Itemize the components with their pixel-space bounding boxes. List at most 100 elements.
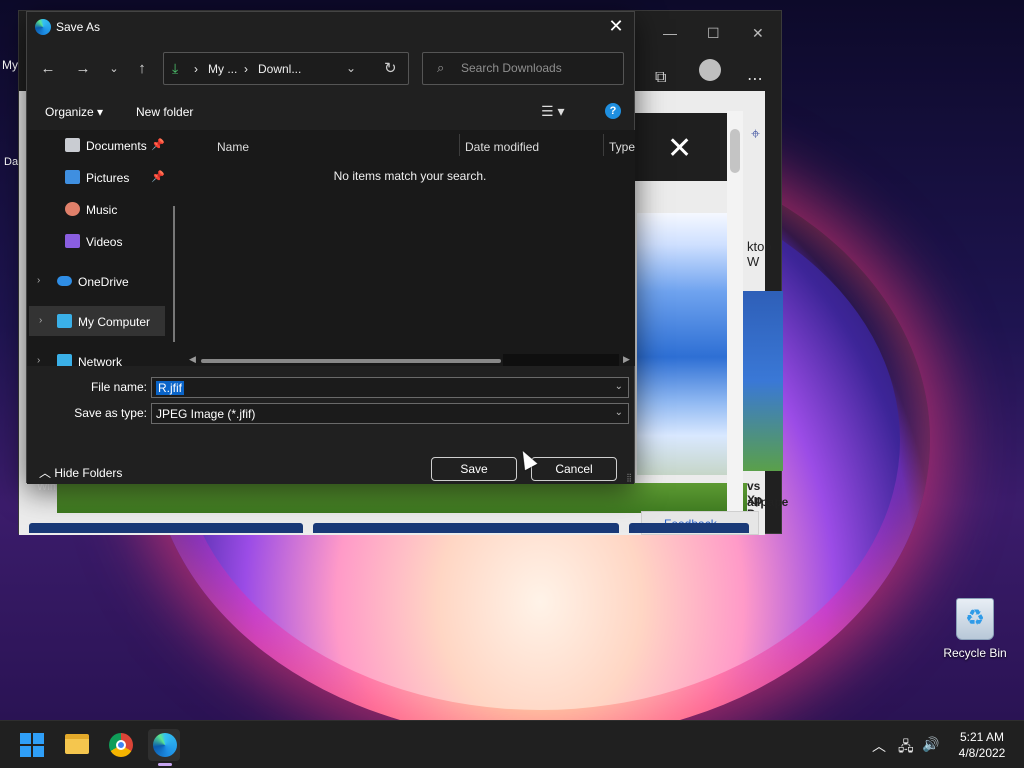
pin-icon: 📌: [151, 171, 165, 183]
hide-folders-label: Hide Folders: [54, 466, 123, 480]
scroll-right-icon[interactable]: ▶: [623, 354, 630, 365]
cancel-button[interactable]: Cancel: [531, 457, 617, 481]
expand-chevron-icon[interactable]: ›: [37, 355, 40, 366]
file-explorer-icon[interactable]: [65, 734, 89, 754]
result-caption-2[interactable]: allpape: [747, 495, 788, 509]
file-name-label: File name:: [90, 380, 147, 394]
nav-item-pictures[interactable]: Pictures 📌: [27, 162, 177, 192]
file-name-input[interactable]: R.jfif ⌄: [151, 377, 629, 398]
pin-icon: 📌: [151, 139, 165, 151]
nav-item-label: Documents: [86, 139, 147, 153]
nav-item-music[interactable]: Music: [27, 194, 177, 224]
recycle-bin-label: Recycle Bin: [943, 646, 1007, 660]
edge-icon: [35, 19, 51, 35]
chevron-down-icon[interactable]: ⌄: [615, 407, 623, 418]
scroll-track: [503, 354, 619, 366]
volume-icon[interactable]: 🔊: [922, 736, 939, 753]
result-cards-row: [29, 523, 764, 533]
breadcrumb-downloads[interactable]: Downl...: [258, 62, 301, 76]
clock-time: 5:21 AM: [959, 730, 1005, 744]
recycle-bin-icon: [956, 598, 994, 640]
dialog-title: Save As: [56, 20, 101, 34]
page-scrollbar[interactable]: [727, 111, 743, 513]
help-icon[interactable]: ?: [605, 103, 621, 119]
dialog-title-bar[interactable]: Save As ✕: [27, 12, 634, 42]
preview-image[interactable]: [637, 213, 727, 475]
save-as-type-label: Save as type:: [74, 406, 147, 420]
back-arrow-icon[interactable]: ←: [37, 60, 59, 78]
documents-icon: [65, 138, 80, 152]
command-bar: Organize ▾ New folder ☰ ▾ ?: [27, 94, 634, 130]
active-app-indicator: [158, 763, 172, 766]
file-list: Name Date modified Type No items match y…: [185, 130, 635, 366]
chrome-icon[interactable]: [109, 733, 133, 757]
system-clock[interactable]: 5:21 AM 4/8/2022: [952, 729, 1012, 761]
nav-item-label: Network: [78, 355, 123, 366]
recycle-bin-shortcut[interactable]: Recycle Bin: [940, 598, 1010, 660]
file-name-value[interactable]: R.jfif: [156, 381, 184, 395]
column-divider[interactable]: [459, 134, 460, 156]
recent-locations-icon[interactable]: ⌄: [103, 60, 125, 78]
save-button[interactable]: Save: [431, 457, 517, 481]
column-header-type[interactable]: Type: [609, 140, 635, 154]
column-header-name[interactable]: Name: [217, 140, 249, 154]
nav-item-label: Videos: [86, 235, 123, 249]
taskbar: ︿ 🖧 🔊 5:21 AM 4/8/2022: [0, 720, 1024, 768]
chevron-down-icon[interactable]: ⌄: [615, 381, 623, 392]
edge-icon[interactable]: [153, 733, 177, 757]
show-hidden-icons-icon[interactable]: ︿: [872, 736, 886, 756]
view-options-icon[interactable]: ☰ ▾: [541, 103, 564, 120]
start-button[interactable]: [20, 733, 44, 757]
scroll-thumb[interactable]: [730, 129, 740, 173]
network-icon[interactable]: 🖧: [898, 736, 914, 760]
address-dropdown-icon[interactable]: ⌄: [346, 61, 356, 75]
search-box[interactable]: ⌕: [422, 52, 624, 85]
wallpaper-grass-strip: [57, 483, 747, 513]
nav-item-label: Pictures: [86, 171, 130, 185]
horizontal-scroll-thumb[interactable]: [201, 359, 501, 363]
nav-item-label: My Computer: [78, 315, 151, 329]
address-separator: ›: [244, 62, 248, 76]
nav-item-network[interactable]: › Network: [27, 346, 177, 366]
address-bar[interactable]: ⤓ › My ... › Downl... ⌄ ↻: [163, 52, 409, 85]
nav-item-onedrive[interactable]: › OneDrive: [27, 266, 177, 296]
nav-item-videos[interactable]: Videos: [27, 226, 177, 256]
hide-folders-button[interactable]: ︿ Hide Folders: [39, 464, 122, 481]
empty-message: No items match your search.: [333, 169, 487, 183]
search-icon: ⌕: [437, 60, 445, 75]
nav-pane-scrollbar[interactable]: [173, 206, 175, 342]
scroll-left-icon[interactable]: ◀: [189, 354, 196, 365]
collections-icon[interactable]: ⧉: [655, 69, 666, 87]
column-header-date-modified[interactable]: Date modified: [465, 140, 539, 154]
save-as-type-select[interactable]: JPEG Image (*.jfif) ⌄: [151, 403, 629, 424]
visual-search-icon[interactable]: ⌖: [751, 126, 760, 144]
onedrive-icon: [57, 276, 72, 286]
minimize-icon[interactable]: —: [663, 25, 677, 41]
organize-button[interactable]: Organize ▾: [45, 105, 103, 119]
up-arrow-icon[interactable]: ↑: [131, 60, 153, 78]
forward-arrow-icon[interactable]: →: [72, 60, 94, 78]
browser-close-icon[interactable]: ✕: [752, 25, 764, 42]
breadcrumb-my[interactable]: My ...: [208, 62, 237, 76]
nav-item-my-computer[interactable]: › My Computer: [29, 306, 165, 336]
save-as-type-value: JPEG Image (*.jfif): [156, 407, 256, 421]
column-divider[interactable]: [603, 134, 604, 156]
expand-chevron-icon[interactable]: ›: [39, 315, 42, 326]
expand-chevron-icon[interactable]: ›: [37, 275, 40, 286]
pictures-icon: [65, 170, 80, 184]
maximize-icon[interactable]: ☐: [707, 25, 720, 42]
nav-item-label: Music: [86, 203, 118, 217]
side-result-title[interactable]: ktop W: [747, 239, 772, 269]
nav-item-documents[interactable]: Documents 📌: [27, 130, 177, 160]
viewer-close-icon[interactable]: ✕: [667, 131, 692, 166]
chevron-up-icon: ︿: [39, 466, 52, 480]
computer-icon: [57, 314, 72, 328]
search-input[interactable]: [461, 61, 611, 75]
profile-avatar[interactable]: [699, 59, 721, 81]
resize-grip-icon[interactable]: ⣿: [626, 473, 632, 482]
dialog-close-button[interactable]: ✕: [606, 16, 626, 36]
horizontal-scrollbar[interactable]: ◀ ▶: [187, 354, 633, 366]
more-menu-icon[interactable]: ⋯: [747, 69, 763, 89]
new-folder-button[interactable]: New folder: [136, 105, 193, 119]
refresh-icon[interactable]: ↻: [384, 59, 397, 77]
